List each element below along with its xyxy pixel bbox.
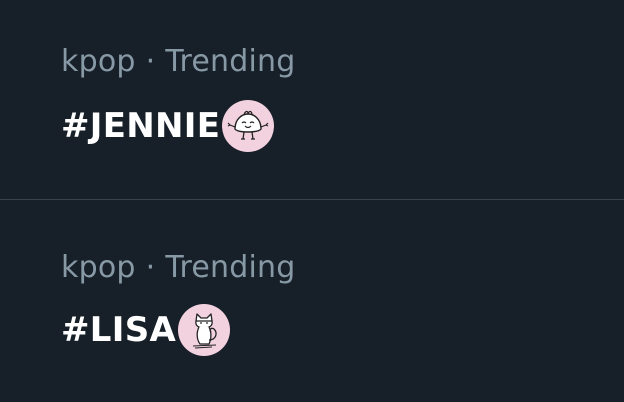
- trend-title: #LISA: [61, 304, 231, 356]
- trend-item-jennie[interactable]: kpop · Trending #JENNIE: [0, 0, 624, 199]
- trend-meta: kpop · Trending: [61, 44, 295, 80]
- trend-hashtag[interactable]: #LISA: [61, 305, 176, 355]
- trend-category: kpop: [61, 250, 136, 285]
- trend-category: kpop: [61, 44, 136, 79]
- trend-status: Trending: [165, 250, 296, 285]
- dumpling-character-icon: [222, 100, 275, 152]
- meta-separator: ·: [145, 250, 156, 285]
- trend-title: #JENNIE: [61, 100, 275, 152]
- meta-separator: ·: [145, 44, 156, 79]
- trends-list: kpop · Trending #JENNIE kpop · Trending …: [0, 0, 624, 402]
- trend-status: Trending: [165, 44, 296, 79]
- cat-character-icon: [178, 304, 231, 356]
- trend-meta: kpop · Trending: [61, 250, 295, 286]
- trend-item-lisa[interactable]: kpop · Trending #LISA: [0, 200, 624, 402]
- trend-hashtag[interactable]: #JENNIE: [61, 101, 220, 151]
